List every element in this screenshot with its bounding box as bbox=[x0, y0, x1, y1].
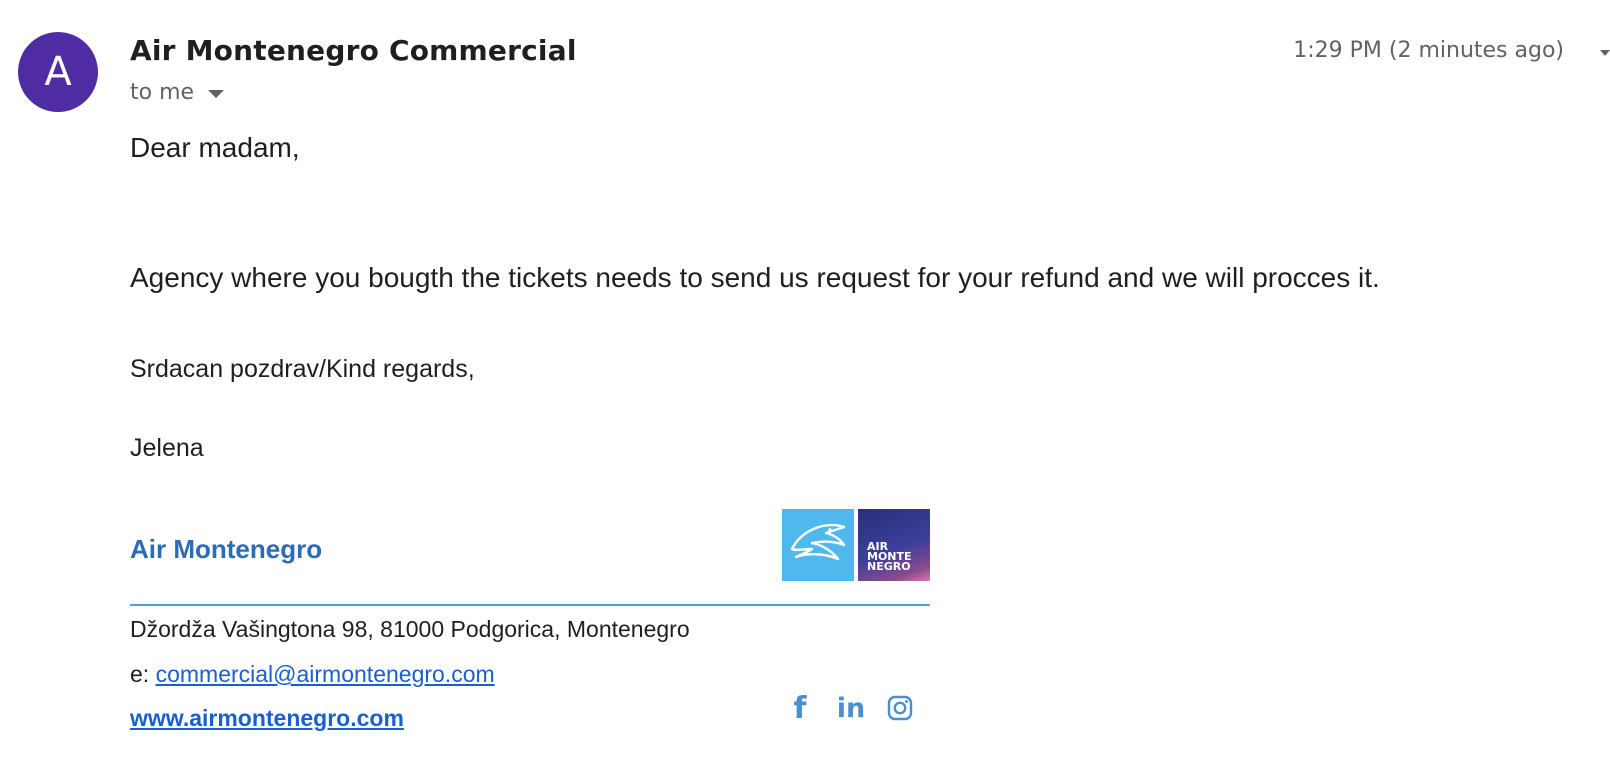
email-greeting: Dear madam, bbox=[130, 132, 300, 163]
email-closing: Srdacan pozdrav/Kind regards, bbox=[130, 355, 475, 383]
website-link[interactable]: www.airmontenegro.com bbox=[130, 705, 404, 732]
linkedin-icon[interactable]: in bbox=[836, 693, 866, 724]
avatar-letter: A bbox=[44, 49, 72, 95]
air-montenegro-wordmark-logo: AIR MONTE NEGRO bbox=[858, 509, 930, 581]
signature-email-line: e: commercial@airmontenegro.com bbox=[130, 661, 495, 688]
recipient-details-toggle[interactable]: to me bbox=[130, 80, 225, 105]
eagle-logo-icon bbox=[782, 509, 854, 581]
wordmark-line-3: NEGRO bbox=[867, 560, 911, 573]
chevron-down-icon[interactable] bbox=[208, 90, 225, 98]
more-options-icon[interactable] bbox=[1600, 50, 1610, 56]
email-body-text: Agency where you bougth the tickets need… bbox=[130, 262, 1380, 293]
signature-divider bbox=[130, 604, 930, 606]
signature-address: Džordža Vašingtona 98, 81000 Podgorica, … bbox=[130, 616, 690, 642]
facebook-icon[interactable]: f bbox=[785, 691, 815, 726]
email-timestamp: 1:29 PM (2 minutes ago) bbox=[1293, 38, 1564, 63]
signature-company-name: Air Montenegro bbox=[130, 534, 323, 564]
sender-avatar[interactable]: A bbox=[18, 32, 98, 112]
email-link[interactable]: commercial@airmontenegro.com bbox=[156, 661, 495, 687]
email-view: A Air Montenegro Commercial to me 1:29 P… bbox=[0, 0, 1610, 772]
sender-name[interactable]: Air Montenegro Commercial bbox=[130, 34, 577, 67]
email-label: e: bbox=[130, 661, 150, 687]
email-sender-signoff: Jelena bbox=[130, 434, 204, 462]
instagram-icon[interactable] bbox=[885, 693, 915, 723]
recipient-label: to me bbox=[130, 80, 195, 105]
